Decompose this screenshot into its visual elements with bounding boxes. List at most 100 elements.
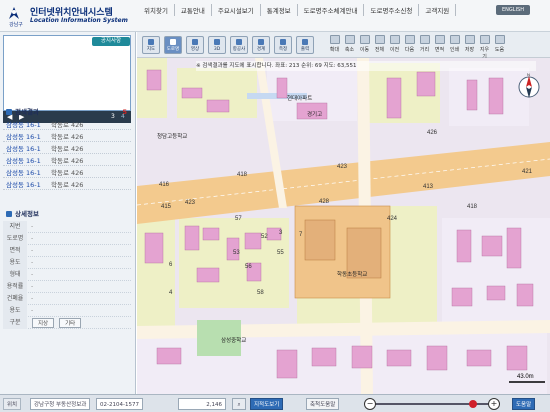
result-road: 학동로 426 [51, 168, 84, 177]
nav-road-address-apply[interactable]: 도로명주소신청 [364, 4, 420, 16]
result-road: 학동로 426 [51, 120, 84, 129]
boundary-button[interactable]: 경계 [252, 36, 270, 54]
parcel-label: 424 [387, 216, 398, 222]
results-list: 삼성동 16-1 학동로 426 삼성동 16-1 학동로 426 삼성동 16-1… [3, 118, 131, 190]
nav-traffic[interactable]: 교통안내 [175, 4, 212, 16]
building-label: 경기고 [307, 110, 322, 118]
measure-button[interactable]: 측정 [274, 36, 292, 54]
full-extent-icon [374, 35, 385, 44]
help-tool[interactable]: 도움 [493, 35, 506, 55]
save-tool[interactable]: 저장 [463, 35, 476, 55]
parcel-label: 52 [261, 234, 268, 240]
result-addr[interactable]: 삼성동 16-1 [3, 167, 51, 177]
building-label: 청담고등학교 [157, 132, 187, 140]
detail-row: 도로명 - [3, 232, 131, 245]
detail-row: 용도 - [3, 304, 131, 317]
nav-location-search[interactable]: 위치찾기 [138, 4, 175, 16]
parcel-label: 423 [337, 164, 348, 170]
map-tools: 확대 축소 이동 전체 이전 다음 거리 면적 인쇄 저장 지우기 도움 [328, 35, 514, 60]
distance-tool[interactable]: 거리 [418, 35, 431, 55]
result-addr[interactable]: 삼성동 16-1 [3, 143, 51, 153]
details-bullet-icon [6, 211, 12, 217]
parcel-label: 58 [257, 290, 264, 296]
pan-tool[interactable]: 이동 [358, 35, 371, 55]
ground-button[interactable]: 지상 [32, 317, 55, 328]
phone-field: 02-2104-1577 [96, 398, 143, 410]
zoom-out-icon[interactable]: − [364, 398, 376, 410]
result-row[interactable]: 삼성동 16-1 학동로 426 [3, 118, 131, 130]
nav-statistics[interactable]: 통계정보 [261, 4, 298, 16]
prev-view-tool[interactable]: 이전 [388, 35, 401, 55]
org-name: 강남구 [9, 22, 23, 28]
zoom-slider[interactable]: − + [364, 398, 500, 410]
parcel-label: 56 [245, 264, 252, 270]
zoom-out-tool[interactable]: 축소 [343, 35, 356, 55]
cadastral-view-select[interactable]: 지적도보기 [250, 398, 284, 410]
pan-icon [359, 35, 370, 44]
distance-icon [419, 35, 430, 44]
result-road: 학동로 426 [51, 144, 84, 153]
full-extent-tool[interactable]: 전체 [373, 35, 386, 55]
zoom-in-tool[interactable]: 확대 [328, 35, 341, 55]
building-label: 삼성중학교 [221, 336, 246, 344]
map-info-text: ※ 검색결과를 지도에 표시합니다. 좌표: 213 순위: 69 지도: 63… [196, 63, 357, 69]
zoom-in-icon [329, 35, 340, 44]
notice-preview: 공지사항 [3, 35, 131, 111]
result-row[interactable]: 삼성동 16-1 학동로 426 [3, 178, 131, 190]
map-info-bar: ※ 검색결과를 지도에 표시합니다. 좌표: 213 순위: 69 지도: 63… [196, 61, 536, 71]
map-image[interactable]: 426 416 415 423 423 418 57 52 56 53 58 5… [137, 58, 550, 394]
detail-row: 면적 - [3, 244, 131, 257]
road-mode-button[interactable]: 도로명 [164, 36, 182, 54]
detail-key: 건폐율 [3, 292, 27, 305]
notice-badge[interactable]: 공지사항 [92, 37, 130, 46]
parcel-label: 423 [185, 200, 196, 206]
language-select[interactable]: ENGLISH [496, 5, 530, 15]
nav-road-address-guide[interactable]: 도로명주소체계안내 [298, 4, 365, 16]
scale-help-button[interactable]: 축척도움말 [306, 398, 340, 410]
result-row[interactable]: 삼성동 16-1 학동로 426 [3, 154, 131, 166]
compass-icon[interactable]: N [515, 72, 543, 102]
3d-mode-button[interactable]: 3D [208, 36, 226, 54]
area-icon [434, 35, 445, 44]
next-view-tool[interactable]: 다음 [403, 35, 416, 55]
svg-text:N: N [527, 72, 530, 77]
help-button[interactable]: 도움말 [512, 398, 536, 410]
school-label: 학동초등학교 [337, 270, 367, 278]
result-addr[interactable]: 삼성동 16-1 [3, 131, 51, 141]
clear-tool[interactable]: 지우기 [478, 35, 491, 60]
result-addr[interactable]: 삼성동 16-1 [3, 179, 51, 189]
app-header: 강남구 인터넷위치안내시스템 Location Information Syst… [0, 0, 550, 32]
aerial-mode-button[interactable]: 항공사진 [230, 36, 248, 78]
result-row[interactable]: 삼성동 16-1 학동로 426 [3, 166, 131, 178]
map-canvas[interactable]: 426 416 415 423 423 418 57 52 56 53 58 5… [137, 58, 550, 394]
map-mode-button[interactable]: 지도 [142, 36, 160, 54]
zoom-slider-handle[interactable] [469, 400, 477, 408]
location-field[interactable]: 강남구청 부동산정보과 [30, 398, 91, 410]
app-logo[interactable]: 강남구 인터넷위치안내시스템 Location Information Syst… [4, 3, 134, 29]
nav-support[interactable]: 고객지원 [419, 4, 457, 16]
print-button[interactable]: 출력 [296, 36, 314, 54]
details-title: 상세정보 [15, 210, 39, 218]
search-icon[interactable]: ⌕ [232, 398, 246, 410]
detail-key: 면적 [3, 244, 27, 257]
detail-key: 용적률 [3, 280, 27, 293]
image-mode-button[interactable]: 영상 [186, 36, 204, 54]
result-row[interactable]: 삼성동 16-1 학동로 426 [3, 142, 131, 154]
building-label: 현대아파트 [287, 94, 312, 102]
result-addr[interactable]: 삼성동 16-1 [3, 155, 51, 165]
parcel-label: 415 [161, 204, 172, 210]
other-button[interactable]: 기타 [59, 317, 82, 328]
zoom-in-icon[interactable]: + [488, 398, 500, 410]
coordinate-field[interactable]: 2,146 [178, 398, 226, 410]
results-count: 5 [122, 108, 127, 116]
nav-facilities[interactable]: 주요시설보기 [212, 4, 261, 16]
area-tool[interactable]: 면적 [433, 35, 446, 55]
result-row[interactable]: 삼성동 16-1 학동로 426 [3, 130, 131, 142]
parcel-label: 421 [522, 169, 533, 175]
save-icon [464, 35, 475, 44]
parcel-label: 53 [233, 250, 240, 256]
result-addr[interactable]: 삼성동 16-1 [3, 119, 51, 129]
detail-key: 형태 [3, 268, 27, 281]
map-toolbar: 지도 도로명 영상 3D 항공사진 경계 측정 출력 확대 축소 이동 전체 이… [137, 32, 550, 78]
print-tool[interactable]: 인쇄 [448, 35, 461, 55]
